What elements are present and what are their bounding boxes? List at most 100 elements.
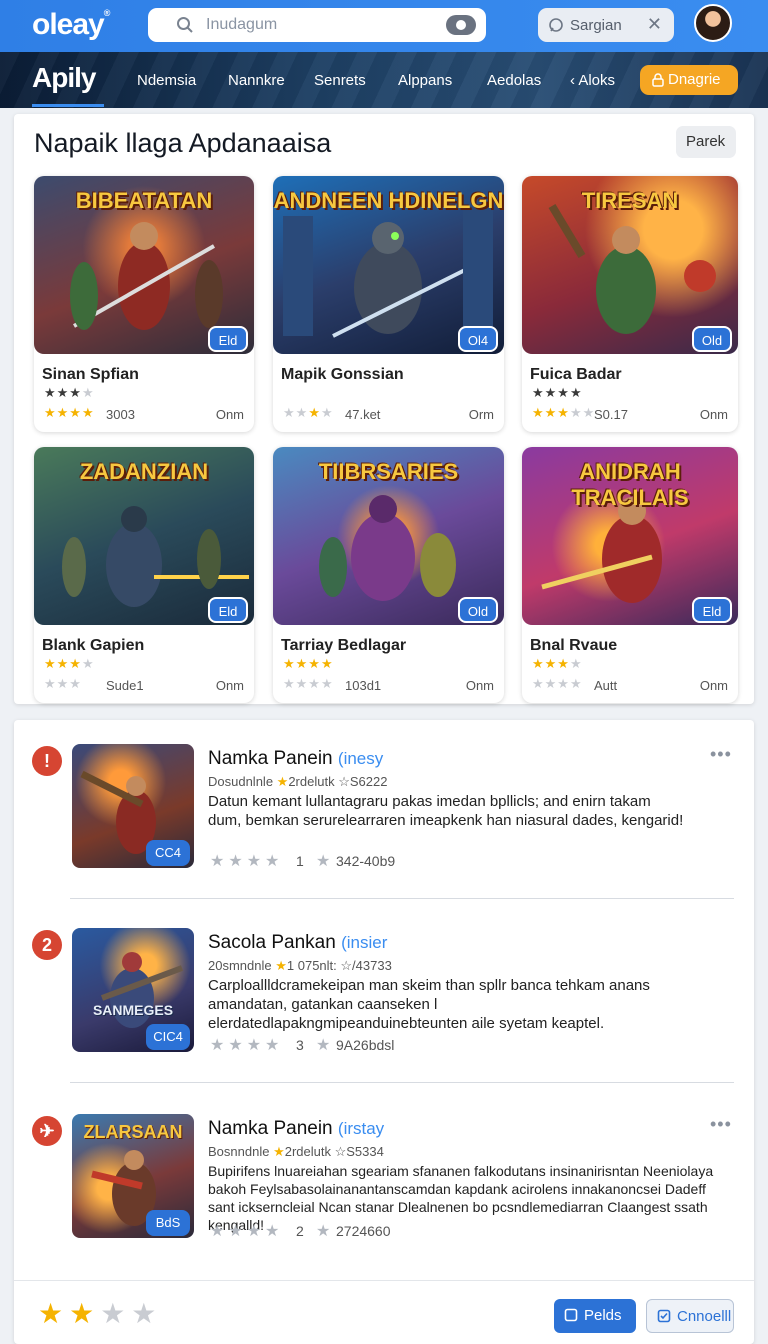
search-bar[interactable]: Inudagum bbox=[148, 8, 486, 42]
game-name: Blank Gapien bbox=[42, 637, 145, 654]
card-meta: Onm bbox=[215, 678, 244, 693]
avatar[interactable] bbox=[694, 4, 732, 42]
primary-action-button[interactable]: Pelds bbox=[554, 1299, 636, 1333]
rating-stars: ★★★★ bbox=[532, 656, 583, 671]
main-nav: Apily Ndemsia Nannkre Senrets Alppans Ae… bbox=[0, 52, 768, 108]
star-icon: ★ bbox=[275, 958, 287, 973]
star-icon: ★ bbox=[276, 774, 289, 789]
panel-action-button[interactable]: Parek bbox=[676, 126, 736, 158]
rank-badge: ✈ bbox=[32, 1116, 62, 1146]
sub-a: 20smndnle bbox=[208, 958, 272, 973]
app-logo[interactable]: oleay® bbox=[32, 8, 111, 42]
rating-stars-alt: ★★★★ bbox=[283, 676, 334, 691]
review-count: 342-40b9 bbox=[336, 853, 396, 869]
top-bar: oleay® Inudagum Sargian ✕ bbox=[0, 0, 768, 52]
rating-stars-alt: ★★★ bbox=[44, 676, 82, 691]
game-thumbnail: SANMEGES CIC4 bbox=[72, 928, 194, 1052]
price-badge: BdS bbox=[146, 1210, 190, 1236]
review-star-icon: ★ bbox=[316, 853, 331, 870]
card-meta: Onm bbox=[215, 407, 244, 422]
nav-cta-button[interactable]: Dnagrie bbox=[640, 65, 738, 95]
rating-stars: ★★★★ bbox=[44, 656, 95, 671]
featured-panel: Napaik llaga Apdanaaisa Parek BIBEATATAN… bbox=[14, 114, 754, 704]
nav-item-3[interactable]: Senrets bbox=[314, 72, 366, 89]
divider bbox=[70, 1082, 734, 1083]
nav-item-1[interactable]: Ndemsia bbox=[137, 72, 196, 89]
game-card[interactable]: ANDNEEN HDINELGN Ol4 Mapik Gonssian ★★★★… bbox=[273, 176, 504, 432]
game-art-title: ANIDRAH TRACILAIS bbox=[571, 459, 689, 510]
nav-item-6[interactable]: ‹ Aloks bbox=[570, 72, 615, 89]
search-input[interactable]: Inudagum bbox=[206, 16, 277, 34]
star-icon: ★ bbox=[273, 1144, 285, 1159]
sub-c: ☆S5334 bbox=[334, 1144, 384, 1159]
price-badge: Eld bbox=[208, 326, 248, 352]
list-item-description: Carploallldcramekeipan man skeim than sp… bbox=[208, 977, 650, 1032]
title-tag[interactable]: (irstay bbox=[338, 1119, 384, 1138]
rating-stars[interactable]: ★★★★ bbox=[210, 1035, 283, 1055]
game-card[interactable]: TIIBRSARIES Old Tarriay Bedlagar ★★★★ ★★… bbox=[273, 447, 504, 703]
title-text: Namka Panein bbox=[208, 1118, 333, 1139]
list-item-title: Namka Panein (irstay bbox=[208, 1118, 384, 1140]
rating-stars-alt: ★★★★ bbox=[44, 405, 95, 420]
logo-mark: ® bbox=[103, 8, 111, 18]
game-card[interactable]: ZADANZIAN Eld Blank Gapien ★★★★ ★★★ Sude… bbox=[34, 447, 254, 703]
title-text: Sacola Pankan bbox=[208, 932, 336, 953]
rank-badge: 2 bbox=[32, 930, 62, 960]
chat-icon bbox=[548, 17, 564, 38]
user-rating-stars[interactable]: ★★★★ bbox=[38, 1297, 162, 1330]
rating-stars[interactable]: ★★★★ bbox=[210, 1221, 283, 1241]
rating-stars: ★★★★ bbox=[44, 385, 95, 400]
rating-stars[interactable]: ★★★★ bbox=[210, 851, 283, 871]
nav-item-2[interactable]: Nannkre bbox=[228, 72, 285, 89]
card-meta: Onm bbox=[465, 678, 494, 693]
game-name: Mapik Gonssian bbox=[281, 366, 404, 383]
review-count: 47.ket bbox=[345, 407, 381, 422]
nav-brand[interactable]: Apily bbox=[32, 62, 96, 94]
sub-a: Bosnndnle bbox=[208, 1144, 270, 1159]
checkbox-icon bbox=[657, 1309, 671, 1327]
title-tag[interactable]: (inesy bbox=[338, 749, 383, 768]
list-item[interactable]: ✈ ZLARSAAN BdS Namka Panein (irstay Bosn… bbox=[14, 1090, 754, 1270]
review-count: 103d1 bbox=[345, 678, 382, 693]
price-badge: Ol4 bbox=[458, 326, 498, 352]
card-meta: Onm bbox=[699, 678, 728, 693]
game-name: Tarriay Bedlagar bbox=[281, 637, 407, 654]
secondary-action-button[interactable]: Cnnoelll bbox=[646, 1299, 734, 1333]
game-art-title: ANDNEEN HDINELGN bbox=[273, 188, 504, 213]
nav-item-5[interactable]: Aedolas bbox=[487, 72, 541, 89]
active-underline bbox=[32, 104, 104, 107]
list-item[interactable]: ! CC4 Namka Panein (inesy Dosudnlnle ★2r… bbox=[14, 720, 754, 900]
list-item-subtitle: Dosudnlnle ★2rdelutk ☆S6222 bbox=[208, 774, 387, 790]
nav-item-4[interactable]: Alppans bbox=[398, 72, 452, 89]
price-badge: Eld bbox=[692, 597, 732, 623]
review-count: 9A26bdsl bbox=[336, 1037, 395, 1053]
game-card[interactable]: BIBEATATAN Eld Sinan Spfian ★★★★ ★★★★ 30… bbox=[34, 176, 254, 432]
close-icon[interactable]: ✕ bbox=[647, 14, 662, 35]
game-name: Bnal Rvaue bbox=[530, 637, 618, 654]
game-art-title: ZADANZIAN bbox=[79, 459, 209, 484]
rating-stars-alt: ★★★★★ bbox=[532, 405, 596, 420]
nav-cta-label: Dnagrie bbox=[668, 71, 721, 88]
rating-value: 1 bbox=[296, 853, 304, 869]
rating-stars: ★★★★ bbox=[283, 405, 334, 420]
user-chip[interactable]: Sargian ✕ bbox=[538, 8, 674, 42]
game-thumbnail: ZLARSAAN BdS bbox=[72, 1114, 194, 1238]
rating-stars-alt: ★★★★ bbox=[532, 676, 583, 691]
list-item[interactable]: 2 SANMEGES CIC4 Sacola Pankan (insier 20… bbox=[14, 904, 754, 1084]
list-item-subtitle: Bosnndnle ★2rdelutk ☆S5334 bbox=[208, 1144, 384, 1160]
sub-a: Dosudnlnle bbox=[208, 774, 274, 789]
title-tag[interactable]: (insier bbox=[341, 933, 387, 952]
price-badge: Old bbox=[458, 597, 498, 623]
price-badge: CIC4 bbox=[146, 1024, 190, 1050]
more-options-icon[interactable]: ••• bbox=[710, 1114, 732, 1135]
game-card[interactable]: TIRESAN Old Fuica Badar ★★★★ ★★★★★ S0.17… bbox=[522, 176, 738, 432]
game-card[interactable]: ANIDRAH TRACILAIS Eld Bnal Rvaue ★★★★ ★★… bbox=[522, 447, 738, 703]
price-badge: CC4 bbox=[146, 840, 190, 866]
search-toggle-icon[interactable] bbox=[446, 15, 476, 35]
card-meta: Onm bbox=[699, 407, 728, 422]
logo-text: oleay bbox=[32, 8, 105, 41]
rating-stars: ★★★★ bbox=[283, 656, 334, 671]
list-item-description: Bupirifens lnuareiahan sgeariam sfananen… bbox=[208, 1163, 714, 1233]
file-icon bbox=[564, 1308, 578, 1326]
more-options-icon[interactable]: ••• bbox=[710, 744, 732, 765]
